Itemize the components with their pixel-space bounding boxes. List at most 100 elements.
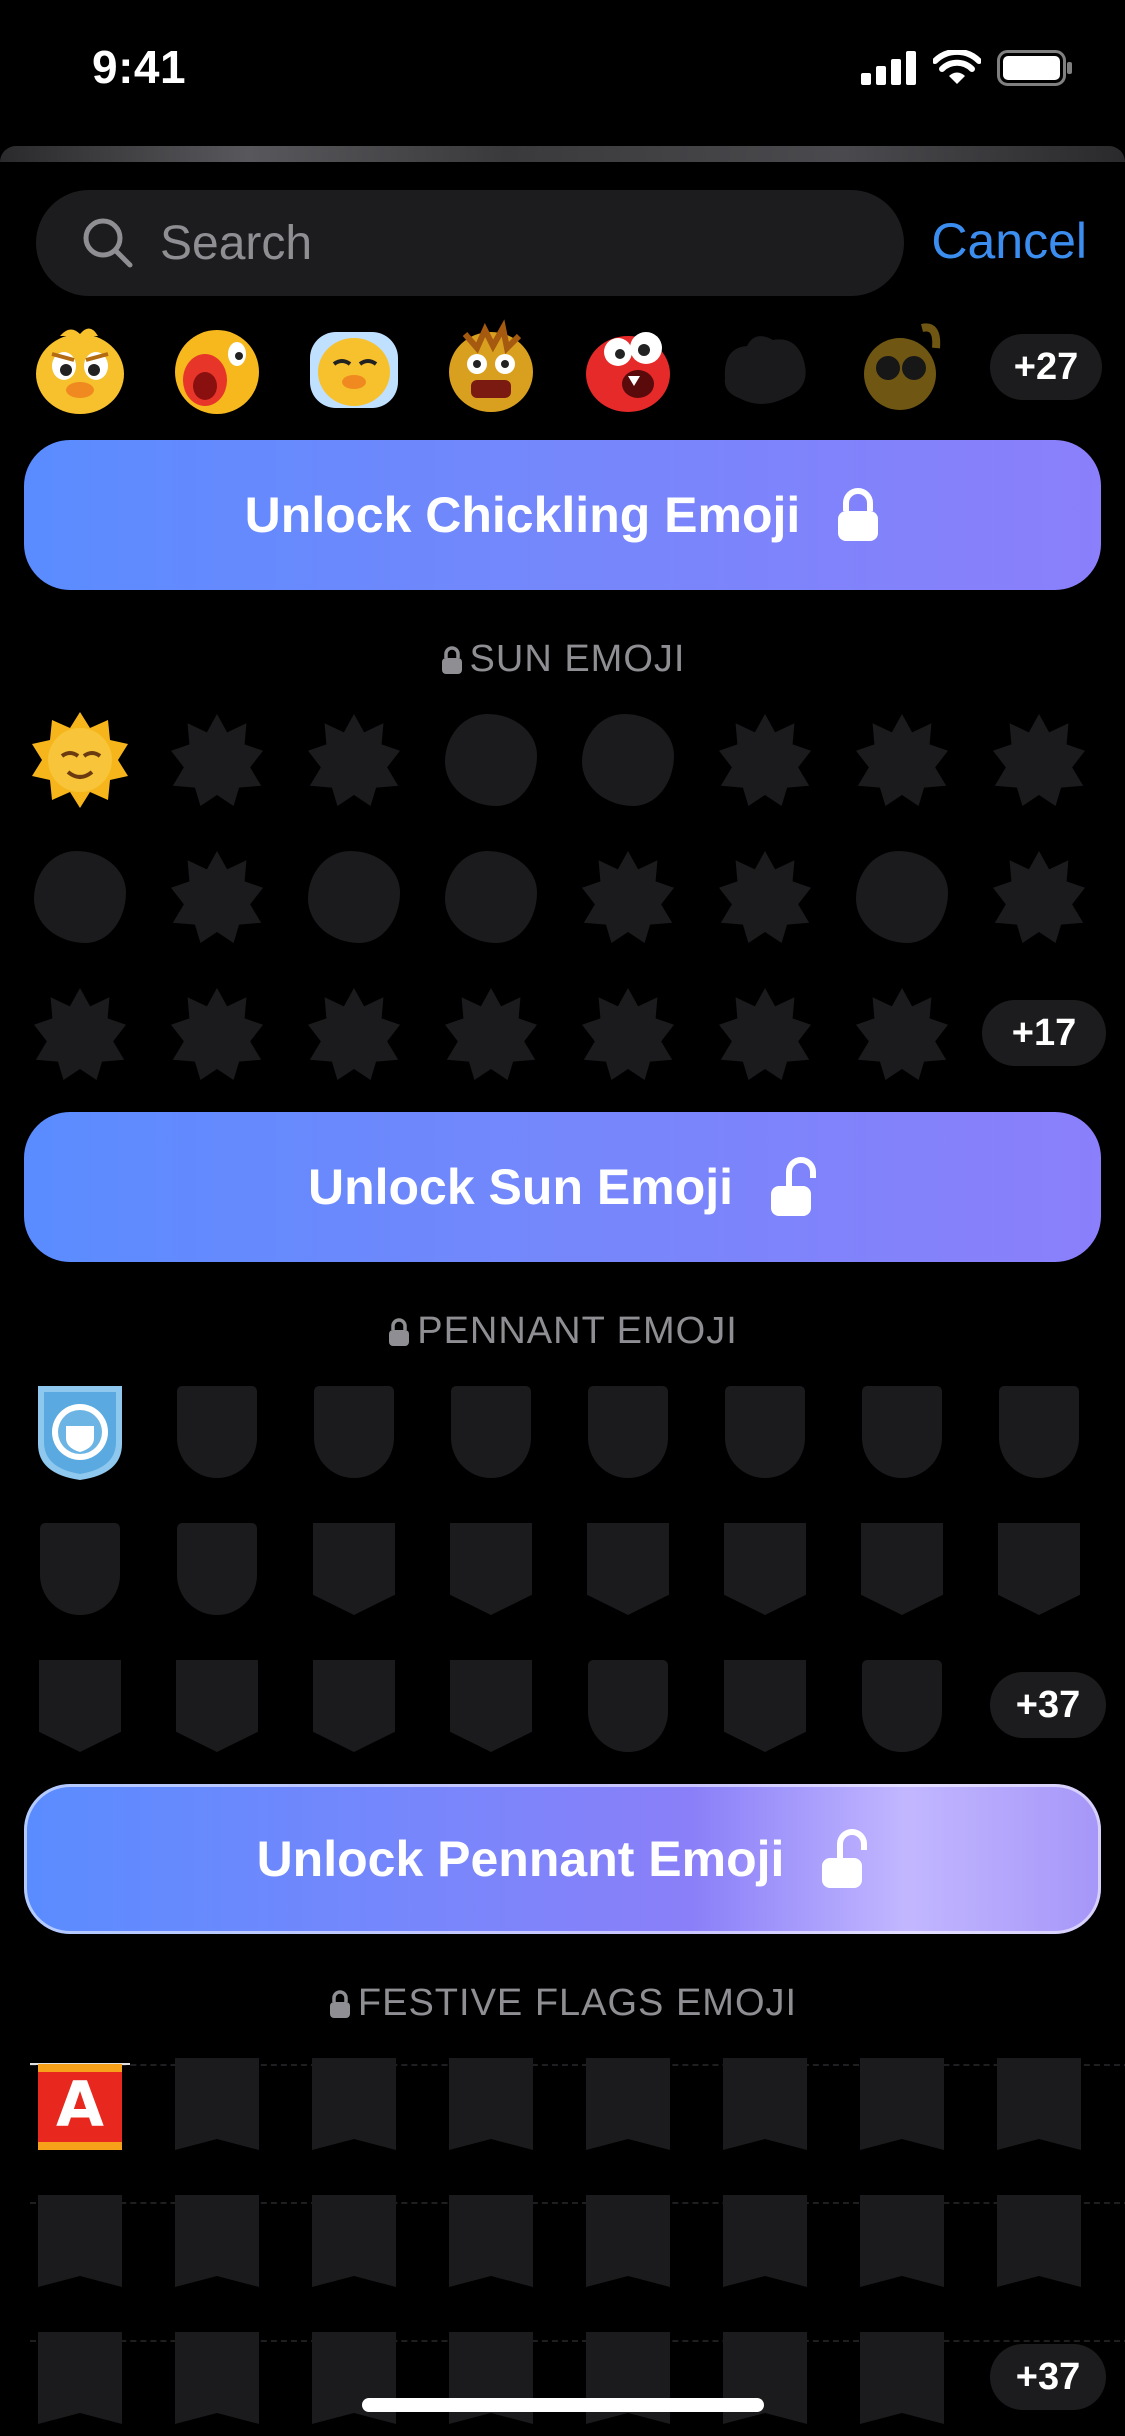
locked-emoji-silhouette[interactable] [852,710,952,810]
locked-emoji-silhouette[interactable] [304,1656,404,1756]
locked-emoji-silhouette[interactable] [578,2054,678,2154]
search-input[interactable]: Search [36,190,904,296]
locked-emoji-silhouette[interactable] [441,710,541,810]
locked-emoji-silhouette[interactable] [167,2328,267,2428]
flag-letter: A [56,2068,104,2141]
locked-emoji-silhouette[interactable] [441,2054,541,2154]
locked-emoji-silhouette[interactable] [852,1656,952,1756]
locked-emoji-silhouette[interactable] [441,2191,541,2291]
unlock-pennant-button[interactable]: Unlock Pennant Emoji [24,1784,1101,1934]
locked-emoji-silhouette[interactable] [715,847,815,947]
unlocked-lock-icon [822,1829,868,1888]
locked-emoji-silhouette[interactable] [715,1519,815,1619]
locked-emoji-silhouette[interactable] [989,847,1089,947]
locked-emoji-silhouette[interactable] [989,2191,1089,2291]
cancel-button[interactable]: Cancel [931,212,1087,270]
locked-emoji-silhouette[interactable] [167,1519,267,1619]
chick-red-shocked-emoji[interactable] [578,318,678,418]
locked-emoji-silhouette[interactable] [578,1382,678,1482]
locked-emoji-silhouette[interactable] [441,1382,541,1482]
locked-emoji-silhouette[interactable] [578,984,678,1084]
locked-emoji-silhouette[interactable] [30,1656,130,1756]
locked-emoji-silhouette[interactable] [715,710,815,810]
unlock-chickling-button[interactable]: Unlock Chickling Emoji [24,440,1101,590]
unlock-sun-button[interactable]: Unlock Sun Emoji [24,1112,1101,1262]
locked-emoji-silhouette[interactable] [852,2054,952,2154]
locked-emoji-silhouette[interactable] [30,847,130,947]
more-count-badge[interactable]: +27 [990,334,1102,400]
locked-emoji-silhouette[interactable] [304,710,404,810]
locked-emoji-silhouette[interactable] [304,1519,404,1619]
locked-emoji-silhouette[interactable] [304,984,404,1084]
locked-emoji-silhouette[interactable] [852,2328,952,2428]
locked-emoji-silhouette[interactable] [30,2191,130,2291]
locked-emoji-silhouette[interactable] [441,984,541,1084]
locked-emoji-silhouette[interactable] [989,1519,1089,1619]
locked-emoji-silhouette[interactable] [715,318,815,418]
locked-emoji-silhouette[interactable] [167,2191,267,2291]
locked-emoji-silhouette[interactable] [715,1656,815,1756]
chick-sleeping-pillow-emoji[interactable] [304,318,404,418]
locked-emoji-silhouette[interactable] [715,1382,815,1482]
locked-emoji-silhouette[interactable] [852,2191,952,2291]
sun-emoji[interactable] [30,710,130,810]
locked-emoji-silhouette[interactable] [715,2328,815,2428]
locked-emoji-silhouette[interactable] [167,2054,267,2154]
locked-emoji-silhouette[interactable] [989,2054,1089,2154]
wifi-icon [933,50,981,84]
status-icons [861,50,1073,86]
chick-sad-emoji[interactable] [30,318,130,418]
locked-emoji-silhouette[interactable] [441,2328,541,2428]
locked-emoji-silhouette[interactable] [852,847,952,947]
locked-emoji-silhouette[interactable] [578,847,678,947]
locked-emoji-silhouette[interactable] [989,710,1089,810]
locked-emoji-silhouette[interactable] [167,847,267,947]
locked-emoji-silhouette[interactable] [578,2328,678,2428]
locked-emoji-silhouette[interactable] [578,1519,678,1619]
locked-emoji-silhouette[interactable] [167,1656,267,1756]
locked-emoji-silhouette[interactable] [441,847,541,947]
locked-emoji-silhouette[interactable] [304,847,404,947]
locked-emoji-silhouette[interactable] [30,984,130,1084]
locked-emoji-silhouette[interactable] [167,1382,267,1482]
locked-emoji-silhouette[interactable] [167,710,267,810]
locked-emoji-silhouette[interactable] [989,1382,1089,1482]
locked-emoji-silhouette[interactable] [441,1519,541,1619]
chick-goggles-emoji[interactable] [852,318,952,418]
locked-emoji-silhouette[interactable] [852,984,952,1084]
unlock-label: Unlock Chickling Emoji [244,487,801,543]
locked-emoji-silhouette[interactable] [441,1656,541,1756]
more-count-badge[interactable]: +37 [990,1672,1106,1738]
festive-flags-section-title: FESTIVE FLAGS EMOJI [357,1982,798,2024]
locked-emoji-silhouette[interactable] [715,2191,815,2291]
locked-emoji-silhouette[interactable] [304,2328,404,2428]
more-count-badge[interactable]: +17 [982,1000,1106,1066]
search-placeholder: Search [160,216,313,270]
sun-section-title: SUN EMOJI [469,638,686,680]
unlock-label: Unlock Pennant Emoji [256,1831,785,1887]
locked-emoji-silhouette[interactable] [167,984,267,1084]
locked-emoji-silhouette[interactable] [304,1382,404,1482]
lock-icon [838,488,879,541]
pennant-shield-emoji[interactable] [30,1382,130,1482]
locked-emoji-silhouette[interactable] [30,1519,130,1619]
locked-emoji-silhouette[interactable] [304,2191,404,2291]
locked-emoji-silhouette[interactable] [578,1656,678,1756]
locked-emoji-silhouette[interactable] [304,2054,404,2154]
festive-flags-section-header: FESTIVE FLAGS EMOJI [0,1982,1125,2025]
locked-emoji-silhouette[interactable] [715,2054,815,2154]
unlocked-lock-icon [771,1157,817,1216]
pennant-section-title: PENNANT EMOJI [417,1310,738,1352]
chick-screaming-emoji[interactable] [167,318,267,418]
locked-emoji-silhouette[interactable] [578,2191,678,2291]
locked-emoji-silhouette[interactable] [852,1519,952,1619]
locked-emoji-silhouette[interactable] [30,2328,130,2428]
pennant-section-header: PENNANT EMOJI [0,1310,1125,1353]
festive-flag-a-emoji[interactable]: A [30,2054,130,2154]
more-count-badge[interactable]: +37 [990,2344,1106,2410]
locked-emoji-silhouette[interactable] [852,1382,952,1482]
chick-angry-emoji[interactable] [441,318,541,418]
locked-emoji-silhouette[interactable] [715,984,815,1084]
locked-emoji-silhouette[interactable] [578,710,678,810]
home-indicator[interactable] [362,2398,764,2412]
